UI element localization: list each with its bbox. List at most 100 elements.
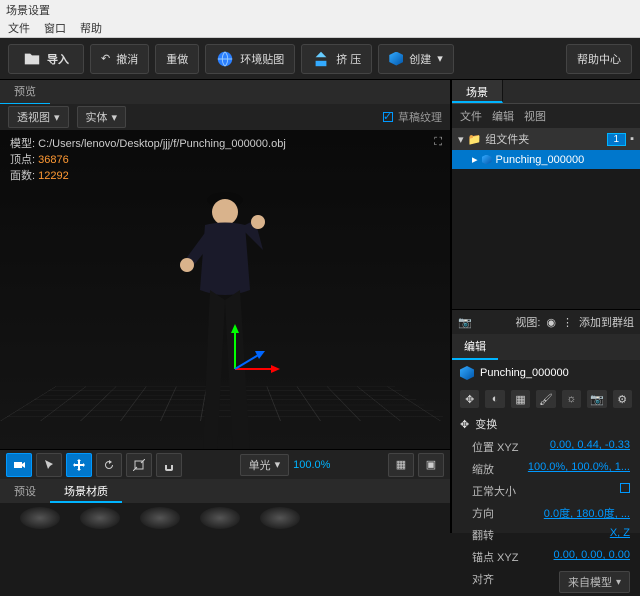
rough-texture-toggle[interactable]: 草稿纹理	[383, 109, 442, 125]
undo-icon: ↶	[101, 52, 110, 65]
scene-tree-area[interactable]	[452, 169, 640, 309]
scale-value[interactable]: 100.0%, 100.0%, 1...	[528, 461, 630, 477]
shading-percent[interactable]: 100.0%	[293, 459, 330, 471]
folder-icon	[23, 50, 41, 68]
position-value[interactable]: 0.00, 0.44, -0.33	[550, 439, 630, 455]
display-mode-dropdown[interactable]: 实体▾	[77, 106, 127, 128]
add-to-group-button[interactable]: 添加到群组	[579, 314, 634, 330]
camera-icon[interactable]: 📷	[458, 316, 472, 329]
snap-tool[interactable]	[156, 453, 182, 477]
redo-button[interactable]: 重做	[155, 44, 199, 74]
flip-value[interactable]: X, Z	[610, 527, 630, 543]
folder-label: 组文件夹	[485, 131, 529, 147]
cube-icon	[460, 366, 474, 380]
scene-menu-view[interactable]: 视图	[524, 108, 546, 124]
tab-scene[interactable]: 场景	[452, 80, 503, 103]
tab-scene-material[interactable]: 场景材质	[50, 479, 122, 503]
import-button[interactable]: 导入	[8, 44, 84, 74]
object-name[interactable]: Punching_000000	[480, 367, 569, 379]
material-thumb[interactable]	[260, 507, 300, 529]
view-mode-dropdown[interactable]: 透视图▾	[8, 106, 69, 128]
globe-icon	[216, 50, 234, 68]
scene-menu-file[interactable]: 文件	[460, 108, 482, 124]
cube-icon	[389, 52, 403, 66]
chevron-down-icon: ▾	[54, 111, 60, 124]
menu-help[interactable]: 帮助	[80, 20, 102, 35]
anchor-value[interactable]: 0.00, 0.00, 0.00	[554, 549, 630, 565]
inspector-tabs: 编辑	[452, 334, 640, 360]
scene-menu-edit[interactable]: 编辑	[492, 108, 514, 124]
scene-panel-tabs: 场景	[452, 80, 640, 104]
chevron-right-icon: ▸	[472, 153, 478, 166]
camera-icon[interactable]: 📷	[587, 390, 606, 408]
paint-icon[interactable]: 🖌	[536, 390, 555, 408]
material-thumb[interactable]	[20, 507, 60, 529]
collapse-icon[interactable]: ▪	[630, 133, 634, 145]
prop-scale: 缩放100.0%, 100.0%, 1...	[452, 458, 640, 480]
help-center-button[interactable]: 帮助中心	[566, 44, 632, 74]
grid-toggle[interactable]: ▦	[388, 453, 414, 477]
select-tool[interactable]	[36, 453, 62, 477]
main-toolbar: 导入 ↶撤消 重做 环境贴图 挤 压 创建 ▾ 帮助中心	[0, 38, 640, 80]
view-label: 视图:	[515, 314, 540, 330]
view-sphere-icon[interactable]: ◉	[546, 316, 556, 329]
object-title-row: Punching_000000	[452, 360, 640, 386]
count-badge: 1	[607, 133, 627, 146]
prop-flip: 翻转X, Z	[452, 524, 640, 546]
character-model	[155, 170, 295, 449]
tab-edit[interactable]: 编辑	[452, 334, 498, 360]
transform-section-header[interactable]: ✥ 变换	[452, 412, 640, 436]
align-dropdown[interactable]: 来自模型 ▾	[559, 571, 630, 593]
settings-icon[interactable]: ⚙	[613, 390, 632, 408]
menu-file[interactable]: 文件	[8, 20, 30, 35]
prop-position: 位置 XYZ0.00, 0.44, -0.33	[452, 436, 640, 458]
scene-item-row[interactable]: ▸ Punching_000000	[452, 150, 640, 169]
inspector-header: 📷 视图: ◉ ⋮ 添加到群组	[452, 309, 640, 334]
scene-folder-row[interactable]: ▾ 📁 组文件夹 1 ▪	[452, 128, 640, 150]
shading-dropdown[interactable]: 单光 ▾	[240, 454, 290, 476]
preview-options-bar: 透视图▾ 实体▾ 草稿纹理	[0, 104, 450, 130]
scene-submenu: 文件 编辑 视图	[452, 104, 640, 128]
fullscreen-icon[interactable]: ⛶	[434, 136, 442, 149]
rotate-tool[interactable]	[96, 453, 122, 477]
undo-button[interactable]: ↶撤消	[90, 44, 149, 74]
material-thumb[interactable]	[80, 507, 120, 529]
extrude-button[interactable]: 挤 压	[301, 44, 372, 74]
view-option-icon[interactable]: ⋮	[562, 316, 573, 329]
extrude-icon	[312, 50, 330, 68]
menu-window[interactable]: 窗口	[44, 20, 66, 35]
bottom-tabs: 预设 场景材质	[0, 479, 450, 503]
chevron-down-icon: ▾	[275, 458, 281, 471]
scale-tool[interactable]	[126, 453, 152, 477]
move-icon: ✥	[460, 418, 469, 431]
transform-gizmo[interactable]	[225, 319, 285, 379]
direction-value[interactable]: 0.0度, 180.0度, ...	[544, 505, 630, 521]
create-button[interactable]: 创建 ▾	[378, 44, 454, 74]
prop-anchor: 锚点 XYZ0.00, 0.00, 0.00	[452, 546, 640, 568]
scene-item-label: Punching_000000	[496, 154, 585, 166]
cube-icon	[482, 155, 492, 165]
prop-normal-size: 正常大小	[452, 480, 640, 502]
material-thumb[interactable]	[200, 507, 240, 529]
inspector-icon-row: ✥ ◐ ▦ 🖌 ☼ 📷 ⚙	[452, 386, 640, 412]
chevron-down-icon: ▾	[458, 133, 464, 146]
mesh-icon[interactable]: ▦	[511, 390, 530, 408]
viewport-3d[interactable]: 模型: C:/Users/lenovo/Desktop/jjj/f/Punchi…	[0, 130, 450, 449]
move-tool[interactable]	[66, 453, 92, 477]
render-button[interactable]: ▣	[418, 453, 444, 477]
tab-preset[interactable]: 预设	[0, 479, 50, 503]
camera-tool[interactable]	[6, 453, 32, 477]
folder-icon: 📁	[468, 133, 482, 146]
prop-align: 对齐来自模型 ▾	[452, 568, 640, 596]
envmap-button[interactable]: 环境贴图	[205, 44, 295, 74]
material-thumb[interactable]	[140, 507, 180, 529]
menu-bar: 文件 窗口 帮助	[0, 18, 640, 38]
material-icon[interactable]: ◐	[485, 390, 504, 408]
move-icon[interactable]: ✥	[460, 390, 479, 408]
tab-preview[interactable]: 预览	[0, 79, 50, 105]
normal-size-checkbox[interactable]	[620, 483, 630, 493]
light-icon[interactable]: ☼	[562, 390, 581, 408]
checkbox-icon	[383, 112, 393, 122]
viewport-toolbar: 单光 ▾ 100.0% ▦ ▣	[0, 449, 450, 479]
preview-tabs: 预览	[0, 80, 450, 104]
